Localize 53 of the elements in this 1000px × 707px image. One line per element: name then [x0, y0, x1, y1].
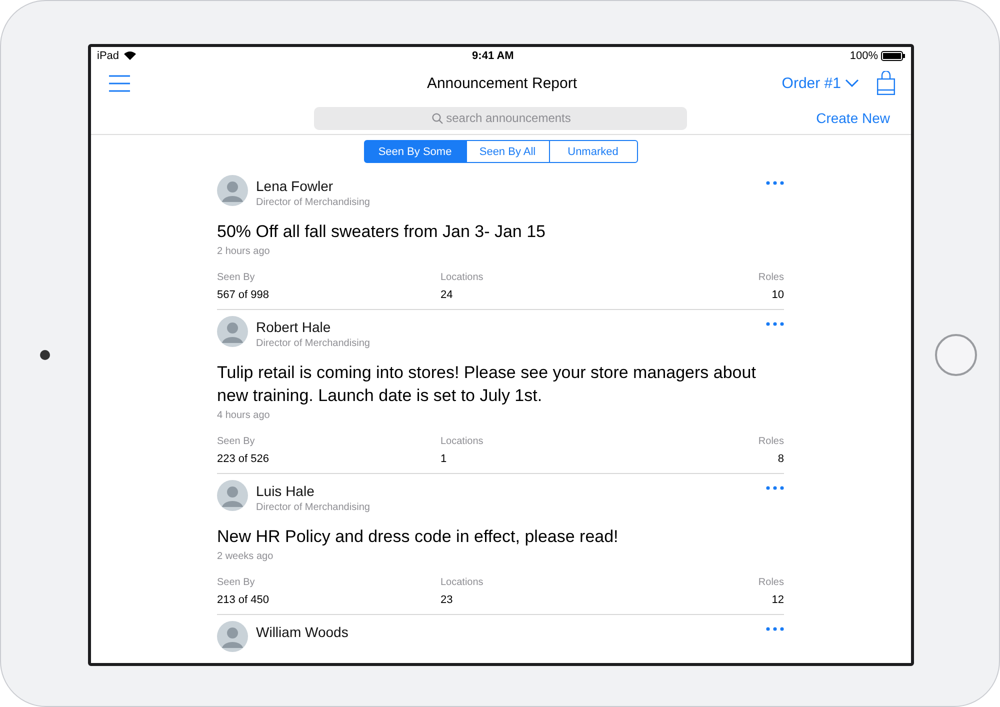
stat-label: Roles	[758, 436, 784, 447]
avatar-icon	[217, 480, 248, 511]
announcement-title: New HR Policy and dress code in effect, please read!	[217, 526, 620, 548]
author-name: Luis Hale	[256, 483, 316, 499]
stat-value: 23	[440, 594, 453, 606]
stat-label: Seen By	[217, 577, 255, 588]
stat-value: 223 of 526	[217, 453, 269, 465]
stat-value: 12	[772, 594, 784, 606]
battery-icon	[880, 50, 905, 60]
filter-tab[interactable]: Unmarked	[548, 140, 638, 163]
author-role: Director of Merchandising	[256, 197, 371, 208]
filter-tab[interactable]: Seen By Some	[364, 140, 466, 163]
carrier-label: iPad	[97, 50, 120, 62]
chevron-icon	[845, 79, 859, 87]
stat-value: 213 of 450	[217, 594, 269, 606]
status-time: 9:41 AM	[472, 50, 514, 62]
stat-label: Roles	[758, 272, 784, 283]
posted-time: 4 hours ago	[217, 410, 271, 421]
stat-label: Locations	[440, 436, 484, 447]
shopping-bag-icon[interactable]	[877, 71, 895, 95]
announcement-title: Tulip retail is coming into stores! Please see your store managers about new training. Launch date is set to July 1st.	[217, 362, 757, 407]
create-new-button[interactable]: Create New	[816, 110, 890, 126]
author-name: Lena Fowler	[256, 178, 334, 194]
stat-value: 1	[440, 453, 447, 465]
author-name: William Woods	[256, 624, 350, 640]
stat-label: Locations	[440, 272, 484, 283]
menu-icon[interactable]	[109, 74, 130, 92]
author-role: Director of Merchandising	[256, 338, 371, 349]
stat-label: Locations	[440, 577, 484, 588]
posted-time: 2 hours ago	[217, 246, 271, 257]
stat-label: Seen By	[217, 436, 255, 447]
stat-value: 24	[440, 289, 453, 301]
camera-icon	[40, 350, 50, 360]
announcement-title: 50% Off all fall sweaters from Jan 3- Jan 15	[217, 221, 547, 243]
stat-value: 567 of 998	[217, 289, 269, 301]
author-name: Robert Hale	[256, 319, 332, 335]
posted-time: 2 weeks ago	[217, 551, 274, 562]
avatar-icon	[217, 621, 248, 652]
filter-tab[interactable]: Seen By All	[466, 140, 550, 163]
stat-label: Roles	[758, 577, 784, 588]
home-button[interactable]	[935, 334, 977, 376]
stat-value: 10	[772, 289, 784, 301]
search-icon	[432, 112, 443, 124]
search-field[interactable]: search announcements	[314, 106, 687, 130]
screen-title: Announcement Report	[426, 74, 578, 92]
stat-label: Seen By	[217, 272, 255, 283]
stat-value: 8	[778, 453, 784, 465]
order-dropdown[interactable]: Order #1	[782, 74, 859, 92]
avatar-icon	[217, 316, 248, 347]
wifi-icon	[124, 51, 136, 60]
battery-percent: 100%	[850, 50, 878, 62]
avatar-icon	[217, 175, 248, 206]
author-role: Director of Merchandising	[256, 502, 371, 513]
